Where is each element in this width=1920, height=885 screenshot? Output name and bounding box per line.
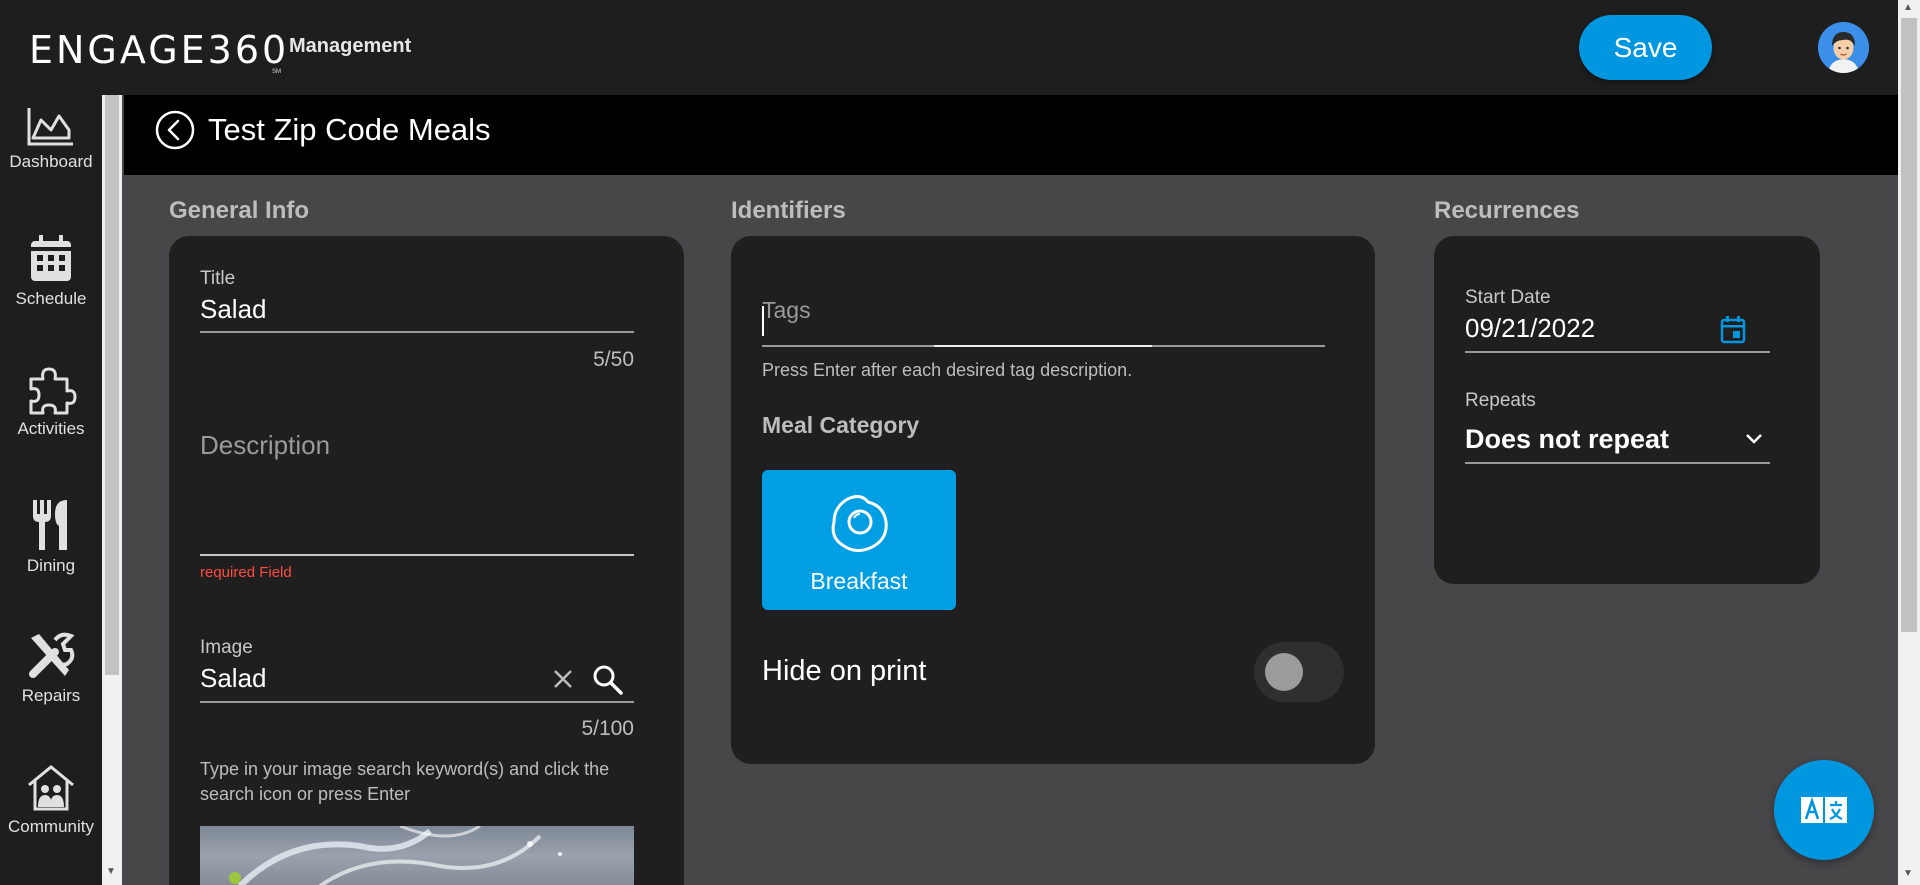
sidebar-item-community[interactable]: Community: [0, 763, 102, 837]
translate-button[interactable]: [1774, 760, 1874, 860]
tags-hint: Press Enter after each desired tag descr…: [762, 360, 1133, 380]
repeats-label: Repeats: [1465, 390, 1536, 411]
sidebar-item-label: Repairs: [21, 686, 81, 705]
repeats-select[interactable]: Does not repeat: [1465, 424, 1669, 455]
description-field[interactable]: Description: [200, 430, 330, 461]
puzzle-icon: [29, 367, 77, 415]
meal-category-heading: Meal Category: [762, 412, 920, 438]
save-button[interactable]: Save: [1579, 15, 1712, 80]
sidebar-item-label: Dashboard: [9, 152, 93, 171]
tags-focus-indicator: [934, 345, 1152, 347]
avatar-icon: [1818, 22, 1869, 73]
chart-icon: [27, 108, 73, 146]
title-label: Title: [200, 268, 236, 289]
start-date-field[interactable]: 09/21/2022: [1465, 313, 1595, 344]
fried-egg-icon: [831, 495, 888, 553]
text-cursor: [762, 306, 764, 336]
toggle-knob[interactable]: [1265, 653, 1303, 691]
page-scroll-up-icon[interactable]: ▲: [1903, 2, 1913, 13]
sidebar-item-schedule[interactable]: Schedule: [0, 233, 102, 309]
house-people-icon: [28, 765, 74, 811]
logo-mark: SM: [272, 69, 281, 75]
title-field[interactable]: Salad: [200, 294, 267, 325]
image-hint: Type in your image search keyword(s) and…: [200, 759, 610, 804]
clear-icon[interactable]: [552, 668, 574, 690]
start-date-label: Start Date: [1465, 287, 1551, 308]
sidebar-item-dining[interactable]: Dining: [0, 498, 102, 576]
hide-on-print-label: Hide on print: [762, 655, 927, 687]
image-underline: [200, 701, 634, 703]
description-error: required Field: [200, 564, 292, 581]
sidebar-item-label: Schedule: [15, 289, 87, 308]
tags-input[interactable]: Tags: [762, 297, 811, 324]
title-underline: [200, 331, 634, 333]
user-avatar[interactable]: [1818, 22, 1869, 73]
app-logo: ENGAGE360: [29, 28, 290, 72]
utensils-icon: [33, 500, 67, 550]
water-splash-image: [229, 826, 562, 885]
app-section-label: Management: [289, 35, 412, 57]
general-info-heading: General Info: [169, 197, 310, 224]
sidebar-item-repairs[interactable]: Repairs: [0, 630, 102, 706]
page-scroll-down-icon[interactable]: ▼: [1903, 868, 1913, 879]
calendar-picker-icon[interactable]: [1720, 316, 1746, 344]
chevron-down-icon[interactable]: [1744, 432, 1764, 446]
translate-icon: [1801, 796, 1847, 823]
sidebar-scroll-down-icon[interactable]: ▼: [106, 866, 116, 877]
meal-category-label: Breakfast: [810, 568, 908, 594]
sidebar-item-label: Dining: [26, 556, 76, 575]
image-counter: 5/100: [581, 717, 634, 740]
sidebar-item-label: Activities: [17, 419, 85, 438]
back-icon[interactable]: [155, 110, 195, 150]
identifiers-heading: Identifiers: [731, 197, 846, 224]
tools-icon: [29, 632, 75, 678]
meal-category-breakfast[interactable]: Breakfast: [762, 470, 956, 610]
description-underline: [200, 554, 634, 556]
image-label: Image: [200, 637, 253, 658]
sidebar-item-activities[interactable]: Activities: [0, 365, 102, 439]
image-search-field[interactable]: Salad: [200, 663, 267, 694]
recurrences-heading: Recurrences: [1434, 197, 1580, 224]
sidebar-scroll-thumb[interactable]: [105, 95, 119, 675]
calendar-icon: [31, 235, 71, 281]
sidebar-item-dashboard[interactable]: Dashboard: [0, 104, 102, 172]
search-icon[interactable]: [592, 664, 624, 696]
page-scroll-thumb[interactable]: [1901, 18, 1917, 632]
sidebar-item-label: Community: [8, 817, 94, 836]
repeats-underline: [1465, 462, 1770, 464]
image-preview: [200, 826, 634, 885]
page-title: Test Zip Code Meals: [208, 112, 491, 147]
title-counter: 5/50: [593, 348, 634, 371]
start-date-underline: [1465, 351, 1770, 353]
